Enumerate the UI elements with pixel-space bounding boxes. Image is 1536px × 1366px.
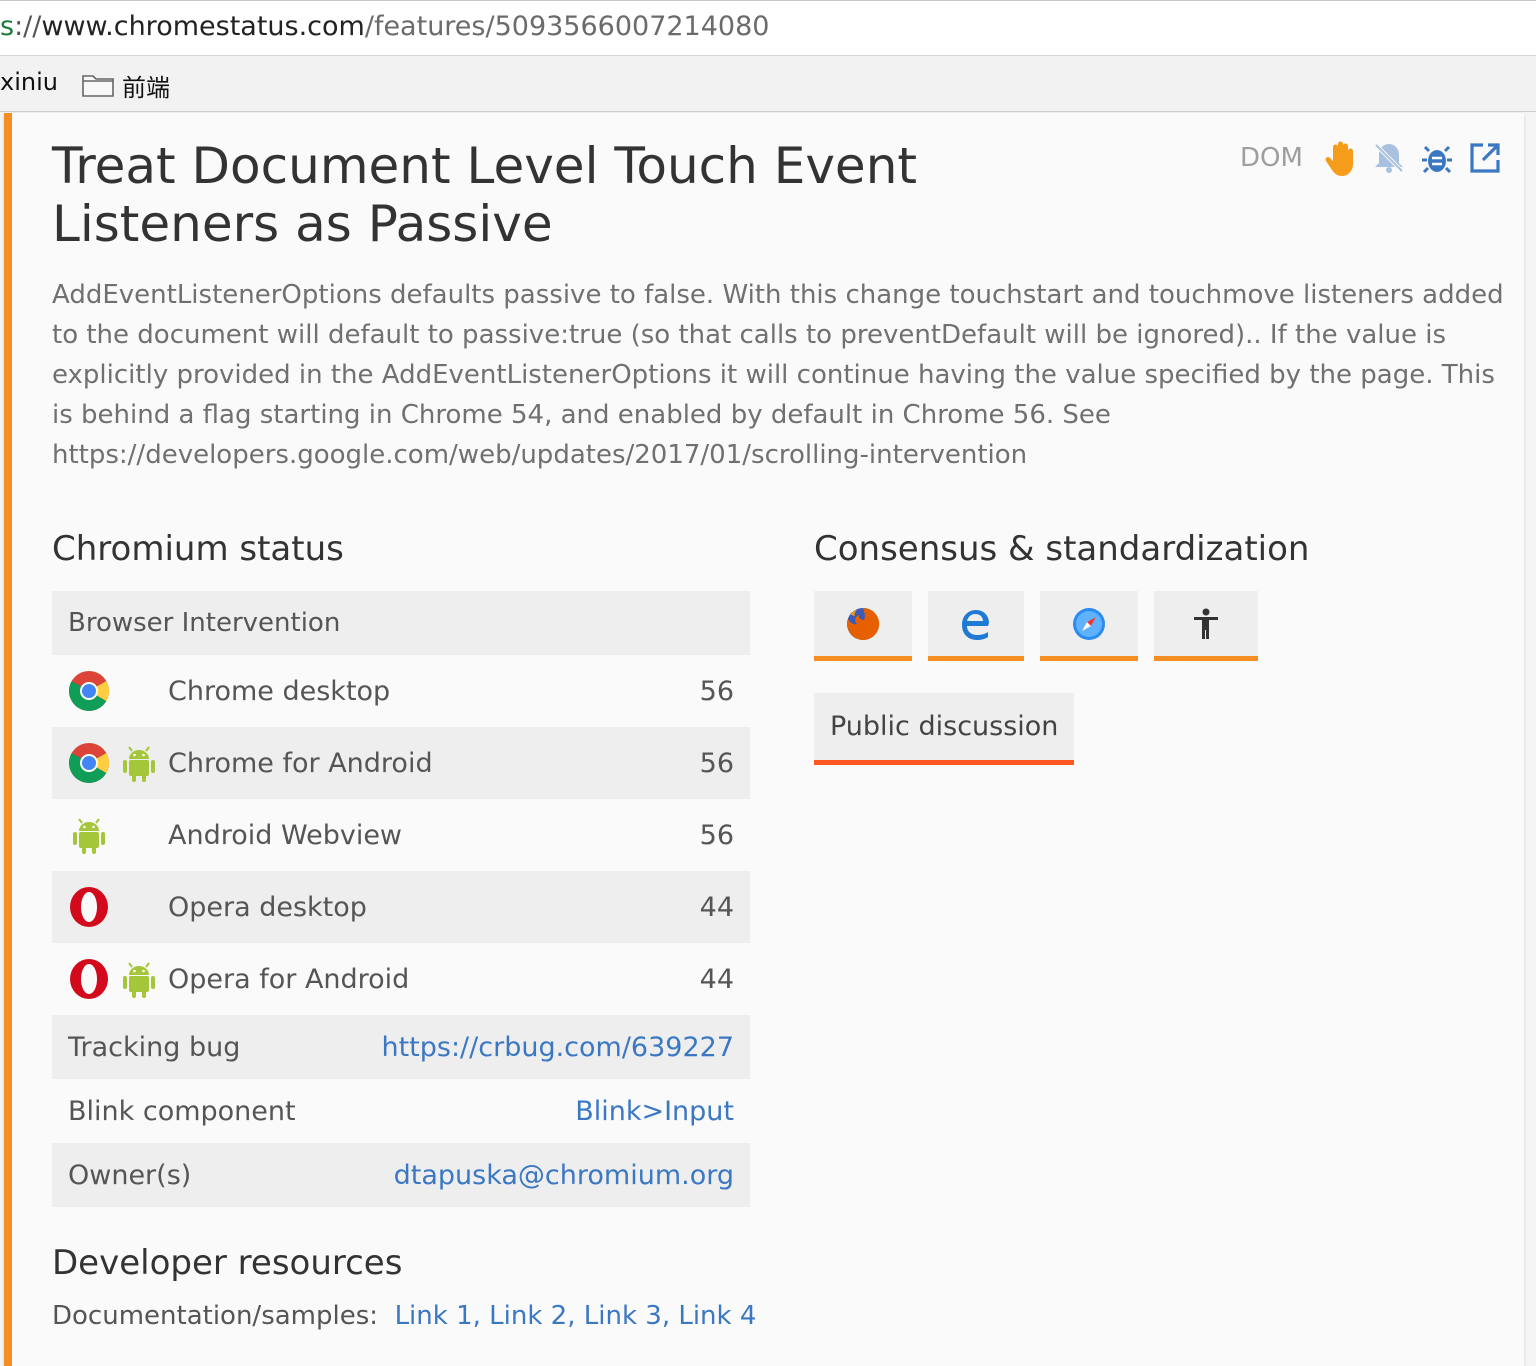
blink-component-link[interactable]: Blink>Input bbox=[575, 1096, 734, 1127]
firefox-signal-button[interactable] bbox=[814, 591, 912, 661]
feature-card: Treat Document Level Touch Event Listene… bbox=[4, 113, 1524, 1366]
bell-off-icon[interactable] bbox=[1369, 138, 1409, 178]
intervention-hand-icon bbox=[1321, 138, 1361, 178]
doc-link-1[interactable]: Link 1 bbox=[395, 1301, 473, 1331]
url-bar[interactable]: s://www.chromestatus.com/features/509356… bbox=[0, 0, 1536, 56]
browser-version: 44 bbox=[699, 963, 734, 995]
documentation-samples: Documentation/samples: Link 1, Link 2, L… bbox=[52, 1301, 757, 1331]
web-developers-signal-button[interactable] bbox=[1154, 591, 1258, 661]
browser-version: 56 bbox=[699, 747, 734, 779]
blink-component-label: Blink component bbox=[68, 1095, 296, 1127]
status-header: Browser Intervention bbox=[52, 591, 750, 655]
url-path: /features/5093566007214080 bbox=[364, 11, 770, 42]
feature-actions: DOM bbox=[1240, 135, 1505, 181]
developer-resources-heading: Developer resources bbox=[52, 1243, 403, 1283]
tracking-bug-row: Tracking bug https://crbug.com/639227 bbox=[52, 1015, 750, 1079]
feature-title[interactable]: Treat Document Level Touch Event Listene… bbox=[52, 137, 1132, 253]
browser-name: Chrome desktop bbox=[168, 675, 391, 707]
url-host: www.chromestatus.com bbox=[41, 11, 365, 42]
open-external-icon[interactable] bbox=[1465, 138, 1505, 178]
accessibility-icon bbox=[1194, 608, 1218, 639]
browser-row: Android Webview 56 bbox=[52, 799, 750, 871]
owners-row: Owner(s) dtapuska@chromium.org bbox=[52, 1143, 750, 1207]
url-separator: :// bbox=[14, 11, 42, 42]
chromium-status-heading: Chromium status bbox=[52, 529, 344, 569]
chromium-status-table: Browser Intervention Chrome desktop 56 C… bbox=[52, 591, 750, 1207]
doc-link-2[interactable]: Link 2 bbox=[489, 1301, 567, 1331]
vendor-signals bbox=[814, 591, 1274, 661]
browser-name: Opera for Android bbox=[168, 963, 410, 995]
browser-name: Android Webview bbox=[168, 819, 403, 851]
edge-icon bbox=[962, 609, 989, 640]
blink-component-row: Blink component Blink>Input bbox=[52, 1079, 750, 1143]
browser-version: 44 bbox=[699, 891, 734, 923]
browser-name: Opera desktop bbox=[168, 891, 367, 923]
chrome-icon bbox=[69, 743, 109, 783]
firefox-icon bbox=[847, 607, 880, 640]
bug-icon[interactable] bbox=[1417, 138, 1457, 178]
android-icon bbox=[123, 746, 155, 782]
opera-icon bbox=[70, 959, 108, 999]
tracking-bug-label: Tracking bug bbox=[68, 1031, 241, 1063]
browser-row: Opera for Android 44 bbox=[52, 943, 750, 1015]
owners-label: Owner(s) bbox=[68, 1159, 192, 1191]
url-text[interactable]: s://www.chromestatus.com/features/509356… bbox=[0, 11, 769, 42]
safari-icon bbox=[1073, 607, 1105, 640]
safari-signal-button[interactable] bbox=[1040, 591, 1138, 661]
public-discussion-button[interactable]: Public discussion bbox=[814, 693, 1075, 765]
browser-version: 56 bbox=[699, 675, 734, 707]
tracking-bug-link[interactable]: https://crbug.com/639227 bbox=[381, 1032, 734, 1063]
documentation-label: Documentation/samples: bbox=[52, 1301, 379, 1331]
browser-row: Opera desktop 44 bbox=[52, 871, 750, 943]
android-icon bbox=[73, 818, 105, 854]
chrome-icon bbox=[69, 671, 109, 711]
feature-summary: AddEventListenerOptions defaults passive… bbox=[52, 280, 1504, 470]
bookmark-xiniu[interactable]: xiniu bbox=[0, 68, 58, 96]
status-value: Browser Intervention bbox=[68, 608, 341, 638]
consensus-heading: Consensus & standardization bbox=[814, 529, 1310, 569]
owner-email-link[interactable]: dtapuska@chromium.org bbox=[394, 1160, 734, 1191]
doc-link-3[interactable]: Link 3 bbox=[584, 1301, 662, 1331]
browser-row: Chrome desktop 56 bbox=[52, 655, 750, 727]
opera-icon bbox=[70, 887, 108, 927]
bookmark-folder-frontend[interactable]: 前端 bbox=[122, 68, 170, 103]
android-icon bbox=[123, 962, 155, 998]
folder-icon bbox=[82, 75, 114, 97]
browser-row: Chrome for Android 56 bbox=[52, 727, 750, 799]
category-label[interactable]: DOM bbox=[1240, 143, 1303, 173]
edge-signal-button[interactable] bbox=[928, 591, 1024, 661]
url-scheme: s bbox=[0, 11, 15, 42]
browser-version: 56 bbox=[699, 819, 734, 851]
browser-name: Chrome for Android bbox=[168, 747, 433, 779]
bookmarks-bar: xiniu 前端 bbox=[0, 56, 1536, 112]
doc-link-4[interactable]: Link 4 bbox=[678, 1301, 756, 1331]
